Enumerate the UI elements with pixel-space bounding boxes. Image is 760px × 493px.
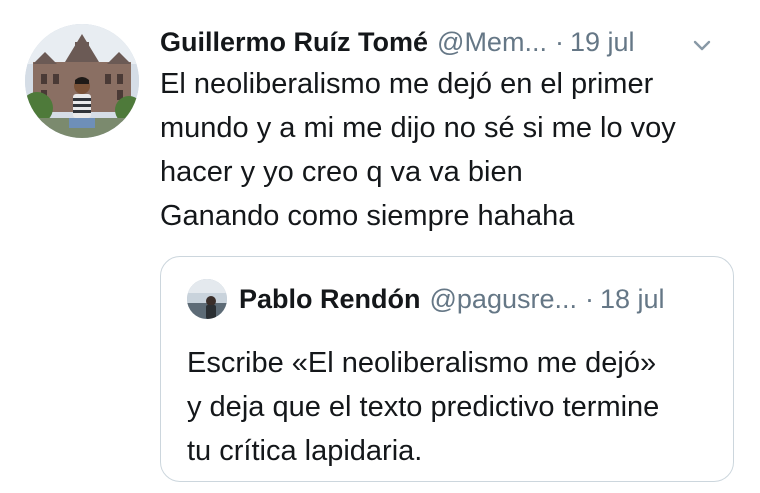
tweet-header: Guillermo Ruíz Tomé @Mem... · 19 jul — [160, 22, 740, 62]
tweet-text-line: Ganando como siempre hahaha — [160, 200, 575, 232]
separator-dot: · — [585, 284, 594, 314]
quoted-text-line: Escribe «El neoliberalismo me dejó» — [187, 347, 657, 379]
tweet-text-line: El neoliberalismo me dejó en el primer — [160, 68, 654, 100]
tweet-timestamp[interactable]: 19 jul — [570, 24, 635, 60]
quoted-author-name[interactable]: Pablo Rendón — [239, 281, 421, 317]
quoted-tweet-timestamp[interactable]: 18 jul — [600, 281, 665, 317]
tweet-text-line: hacer y yo creo q va va bien — [160, 156, 523, 188]
tweet-text: El neoliberalismo me dejó en el primer m… — [160, 62, 730, 238]
chevron-down-icon[interactable] — [690, 30, 714, 54]
quoted-tweet-text: Escribe «El neoliberalismo me dejó» y de… — [187, 341, 727, 473]
quoted-author-avatar[interactable] — [187, 279, 227, 319]
quoted-author-handle[interactable]: @pagusre... — [430, 281, 578, 317]
tweet-text-line: mundo y a mi me dijo no sé si me lo voy — [160, 112, 676, 144]
quoted-tweet-header: Pablo Rendón @pagusre... · 18 jul — [239, 279, 719, 319]
tweet: Guillermo Ruíz Tomé @Mem... · 19 jul El … — [0, 0, 760, 493]
quoted-text-line: y deja que el texto predictivo termine — [187, 391, 660, 423]
separator-dot: · — [554, 27, 564, 57]
author-name[interactable]: Guillermo Ruíz Tomé — [160, 24, 428, 60]
author-handle[interactable]: @Mem... — [437, 24, 547, 60]
quoted-tweet[interactable]: Pablo Rendón @pagusre... · 18 jul Escrib… — [160, 256, 734, 482]
quoted-text-line: tu crítica lapidaria. — [187, 435, 423, 467]
author-avatar[interactable] — [25, 24, 139, 138]
